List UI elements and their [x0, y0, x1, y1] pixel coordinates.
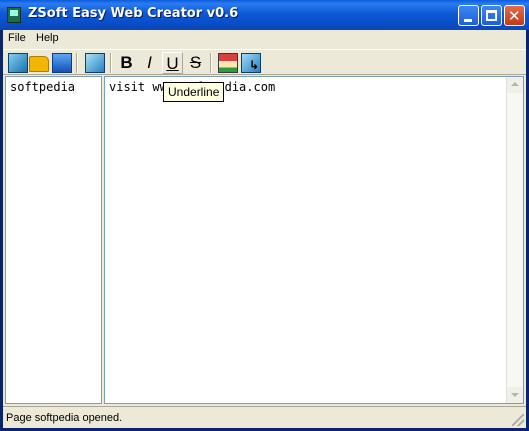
resize-grip[interactable] [512, 414, 524, 426]
menu-bar: File Help [3, 30, 526, 48]
minimize-button[interactable] [458, 5, 479, 26]
underline-button[interactable]: U [162, 52, 183, 74]
close-button[interactable]: ✕ [504, 5, 525, 26]
insert-link-icon[interactable]: ↳ [241, 53, 261, 73]
maximize-button[interactable] [481, 5, 502, 26]
close-icon: ✕ [508, 7, 521, 25]
title-bar[interactable]: ZSoft Easy Web Creator v0.6 ✕ [0, 0, 529, 30]
scroll-down-icon [511, 393, 519, 397]
page-list[interactable]: softpedia [5, 76, 102, 404]
menu-file[interactable]: File [8, 32, 26, 44]
toolbar-separator [76, 53, 78, 73]
editor-area[interactable]: visit www.softpedia.com [104, 76, 524, 404]
scroll-up-button[interactable] [507, 77, 523, 93]
toolbar: B I U S ↳ [3, 49, 526, 75]
maximize-icon [486, 10, 497, 21]
window-title: ZSoft Easy Web Creator v0.6 [28, 6, 239, 21]
bold-button[interactable]: B [116, 52, 137, 74]
scroll-up-icon [511, 82, 519, 86]
scroll-down-button[interactable] [507, 387, 523, 403]
copy-page-icon[interactable] [85, 53, 105, 73]
save-icon[interactable] [52, 53, 72, 73]
new-page-icon[interactable] [8, 53, 28, 73]
app-window: ZSoft Easy Web Creator v0.6 ✕ File Help … [0, 0, 529, 431]
menu-help[interactable]: Help [36, 32, 59, 44]
vertical-scrollbar[interactable] [506, 77, 523, 403]
italic-button[interactable]: I [139, 52, 160, 74]
strikethrough-button[interactable]: S [185, 52, 206, 74]
status-text: Page softpedia opened. [6, 412, 123, 424]
status-bar: Page softpedia opened. [3, 406, 526, 428]
toolbar-separator [210, 53, 212, 73]
app-icon[interactable] [7, 7, 21, 23]
toolbar-separator [110, 53, 112, 73]
arrow-icon: ↳ [249, 58, 260, 72]
underline-tooltip: Underline [163, 82, 225, 102]
client-area: File Help B I U S ↳ softpedia visit www.… [3, 30, 526, 428]
page-list-item[interactable]: softpedia [10, 80, 75, 94]
open-folder-icon[interactable] [29, 56, 49, 72]
minimize-icon [464, 19, 472, 22]
home-page-icon[interactable] [218, 53, 238, 73]
